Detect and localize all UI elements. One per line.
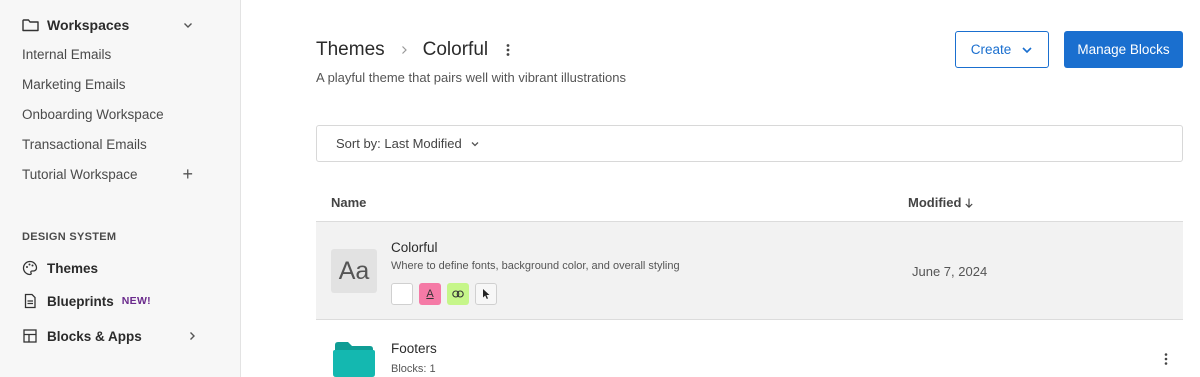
palette-icon bbox=[22, 260, 38, 276]
arrow-down-icon bbox=[965, 198, 974, 208]
row-title: Colorful bbox=[391, 240, 438, 255]
sidebar-item-marketing-emails[interactable]: Marketing Emails bbox=[22, 73, 198, 95]
chevron-right-icon bbox=[401, 46, 407, 54]
more-options-icon[interactable] bbox=[506, 43, 510, 57]
table-row[interactable]: Aa Colorful Where to define fonts, backg… bbox=[316, 222, 1183, 320]
new-badge: NEW! bbox=[121, 295, 151, 307]
sidebar-item-label: Onboarding Workspace bbox=[22, 106, 164, 122]
cursor-icon bbox=[483, 289, 490, 299]
column-header-modified[interactable]: Modified bbox=[908, 195, 974, 210]
row-modified-date: June 7, 2024 bbox=[912, 264, 988, 279]
sidebar-item-blocks-apps[interactable]: Blocks & Apps bbox=[22, 325, 198, 347]
column-header-label: Modified bbox=[908, 195, 962, 210]
design-system-label: DESIGN SYSTEM bbox=[22, 231, 117, 243]
theme-swatches: A bbox=[391, 283, 497, 305]
sidebar: Workspaces Internal Emails Marketing Ema… bbox=[0, 0, 241, 377]
background-swatch bbox=[391, 283, 413, 305]
breadcrumb-current: Colorful bbox=[422, 39, 489, 60]
page-subtitle: A playful theme that pairs well with vib… bbox=[316, 70, 626, 85]
sidebar-item-internal-emails[interactable]: Internal Emails bbox=[22, 43, 198, 65]
add-icon[interactable]: + bbox=[182, 165, 193, 183]
breadcrumb: Themes Colorful bbox=[316, 37, 510, 63]
sort-bar: Sort by: Last Modified bbox=[316, 125, 1183, 162]
breadcrumb-themes-link[interactable]: Themes bbox=[316, 39, 385, 61]
folder-icon bbox=[22, 19, 39, 32]
sidebar-item-label: Internal Emails bbox=[22, 46, 112, 62]
chevron-right-icon[interactable] bbox=[186, 330, 198, 342]
table-row[interactable]: Footers Blocks: 1 bbox=[316, 321, 1183, 377]
document-icon bbox=[24, 293, 36, 309]
more-options-icon[interactable] bbox=[1164, 352, 1168, 366]
text-color-swatch: A bbox=[419, 283, 441, 305]
cursor-swatch bbox=[475, 283, 497, 305]
sidebar-item-label: Marketing Emails bbox=[22, 76, 126, 92]
sidebar-item-onboarding-workspace[interactable]: Onboarding Workspace bbox=[22, 103, 198, 125]
sidebar-item-label: Transactional Emails bbox=[22, 136, 147, 152]
create-button-label: Create bbox=[970, 42, 1012, 57]
sidebar-item-label: Blocks & Apps bbox=[47, 328, 142, 344]
create-button[interactable]: Create bbox=[955, 31, 1049, 68]
sidebar-item-label: Blueprints bbox=[47, 293, 114, 309]
row-subtitle: Blocks: 1 bbox=[391, 363, 436, 375]
chevron-down-icon[interactable] bbox=[182, 19, 194, 31]
workspaces-title: Workspaces bbox=[47, 17, 130, 33]
chevron-down-icon bbox=[1022, 46, 1032, 53]
sidebar-item-label: Tutorial Workspace bbox=[22, 166, 138, 182]
link-swatch bbox=[447, 283, 469, 305]
row-description: Where to define fonts, background color,… bbox=[391, 260, 680, 272]
theme-thumbnail: Aa bbox=[331, 249, 377, 293]
grid-icon bbox=[23, 329, 37, 343]
sidebar-item-transactional-emails[interactable]: Transactional Emails bbox=[22, 133, 198, 155]
row-title: Footers bbox=[391, 341, 437, 356]
folder-icon bbox=[333, 342, 375, 377]
chevron-down-icon bbox=[471, 141, 479, 146]
sidebar-item-tutorial-workspace[interactable]: Tutorial Workspace + bbox=[22, 163, 198, 185]
sort-dropdown[interactable]: Sort by: Last Modified bbox=[336, 136, 480, 151]
link-icon bbox=[452, 290, 464, 298]
sidebar-item-label: Themes bbox=[47, 260, 99, 276]
column-header-name[interactable]: Name bbox=[331, 195, 366, 210]
workspaces-toggle[interactable]: Workspaces bbox=[22, 14, 194, 36]
sort-label: Sort by: Last Modified bbox=[336, 136, 462, 151]
sidebar-item-blueprints[interactable]: Blueprints NEW! bbox=[22, 290, 198, 312]
manage-blocks-button[interactable]: Manage Blocks bbox=[1064, 31, 1183, 68]
sidebar-item-themes[interactable]: Themes bbox=[22, 257, 198, 279]
